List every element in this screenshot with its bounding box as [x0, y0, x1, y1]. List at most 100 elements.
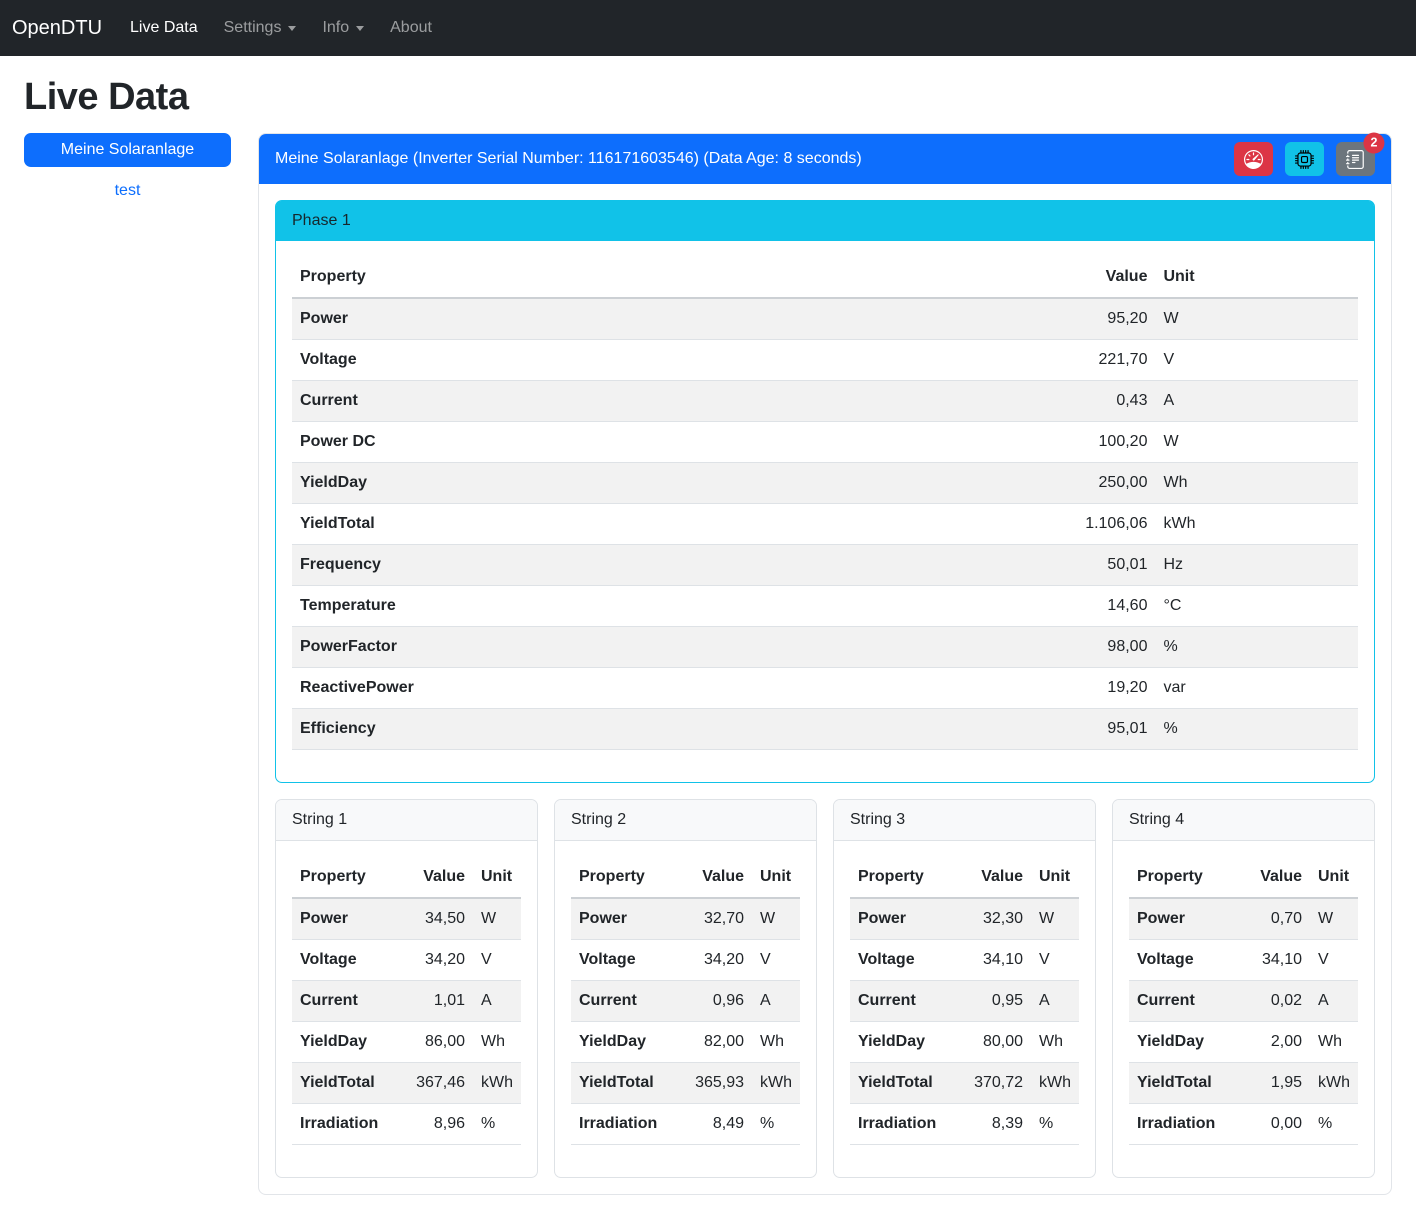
table-row: Voltage34,20V: [571, 940, 800, 981]
property-cell: Voltage: [850, 940, 962, 981]
column-header-value: Value: [404, 857, 473, 898]
table-row: Current1,01A: [292, 981, 521, 1022]
value-cell: 100,20: [996, 422, 1156, 463]
unit-cell: kWh: [752, 1063, 800, 1104]
property-cell: Current: [292, 381, 996, 422]
cpu-icon: [1295, 150, 1314, 169]
value-cell: 32,30: [962, 898, 1031, 940]
column-header-unit: Unit: [1031, 857, 1079, 898]
page-title: Live Data: [24, 76, 1392, 119]
value-cell: 0,43: [996, 381, 1156, 422]
inverter-info-button[interactable]: [1285, 142, 1324, 176]
table-row: Voltage34,10V: [1129, 940, 1358, 981]
unit-cell: A: [752, 981, 800, 1022]
value-cell: 34,50: [404, 898, 473, 940]
table-row: Power0,70W: [1129, 898, 1358, 940]
nav-about[interactable]: About: [382, 11, 440, 45]
nav-info[interactable]: Info: [314, 11, 372, 45]
column-header-unit: Unit: [1310, 857, 1358, 898]
table-row: Voltage34,20V: [292, 940, 521, 981]
property-cell: Irradiation: [292, 1104, 404, 1145]
value-cell: 0,96: [683, 981, 752, 1022]
inverter-card: Meine Solaranlage (Inverter Serial Numbe…: [258, 133, 1392, 1195]
unit-cell: W: [1031, 898, 1079, 940]
unit-cell: kWh: [473, 1063, 521, 1104]
column-header-property: Property: [292, 857, 404, 898]
brand-opendtu[interactable]: OpenDTU: [12, 13, 102, 44]
event-count-badge: 2: [1363, 133, 1384, 154]
unit-cell: Wh: [1310, 1022, 1358, 1063]
inverter-sidebar: Meine Solaranlage test: [24, 133, 231, 200]
unit-cell: A: [1155, 381, 1358, 422]
column-header-property: Property: [850, 857, 962, 898]
inverter-card-header: Meine Solaranlage (Inverter Serial Numbe…: [259, 134, 1391, 184]
value-cell: 19,20: [996, 668, 1156, 709]
page-content: Live Data Meine Solaranlage test Meine S…: [0, 76, 1416, 1205]
column-header-value: Value: [1241, 857, 1310, 898]
unit-cell: V: [752, 940, 800, 981]
unit-cell: Hz: [1155, 545, 1358, 586]
column-header-value: Value: [962, 857, 1031, 898]
table-row: YieldDay82,00Wh: [571, 1022, 800, 1063]
top-navbar: OpenDTU Live Data Settings Info About: [0, 0, 1416, 56]
property-cell: YieldTotal: [1129, 1063, 1241, 1104]
property-cell: Temperature: [292, 586, 996, 627]
main-area: Meine Solaranlage (Inverter Serial Numbe…: [258, 133, 1392, 1195]
value-cell: 1.106,06: [996, 504, 1156, 545]
column-header-property: Property: [1129, 857, 1241, 898]
table-row: Power95,20W: [292, 298, 1358, 340]
value-cell: 0,02: [1241, 981, 1310, 1022]
table-row: YieldTotal370,72kWh: [850, 1063, 1079, 1104]
unit-cell: kWh: [1155, 504, 1358, 545]
table-row: Power DC100,20W: [292, 422, 1358, 463]
unit-cell: °C: [1155, 586, 1358, 627]
value-cell: 14,60: [996, 586, 1156, 627]
value-cell: 367,46: [404, 1063, 473, 1104]
string-card-title: String 1: [276, 800, 537, 841]
property-cell: Power: [850, 898, 962, 940]
inverter-select-meine-solaranlage[interactable]: Meine Solaranlage: [24, 133, 231, 167]
table-row: Power32,70W: [571, 898, 800, 940]
unit-cell: W: [473, 898, 521, 940]
table-row: Irradiation8,49%: [571, 1104, 800, 1145]
value-cell: 0,70: [1241, 898, 1310, 940]
property-cell: YieldTotal: [292, 504, 996, 545]
table-row: Temperature14,60°C: [292, 586, 1358, 627]
table-row: YieldTotal1,95kWh: [1129, 1063, 1358, 1104]
column-header-property: Property: [571, 857, 683, 898]
string-card-2: String 2 Property Value Unit: [554, 799, 817, 1178]
unit-cell: W: [1310, 898, 1358, 940]
unit-cell: V: [1155, 340, 1358, 381]
string-card-1: String 1 Property Value Unit: [275, 799, 538, 1178]
table-row: Efficiency95,01%: [292, 709, 1358, 750]
property-cell: Power: [292, 898, 404, 940]
property-cell: Power: [292, 298, 996, 340]
unit-cell: A: [473, 981, 521, 1022]
table-row: YieldTotal367,46kWh: [292, 1063, 521, 1104]
unit-cell: Wh: [1031, 1022, 1079, 1063]
unit-cell: W: [1155, 422, 1358, 463]
limit-settings-button[interactable]: [1234, 142, 1273, 176]
inverter-select-test[interactable]: test: [24, 182, 231, 200]
value-cell: 370,72: [962, 1063, 1031, 1104]
nav-settings[interactable]: Settings: [216, 11, 305, 45]
table-row: Current0,96A: [571, 981, 800, 1022]
table-row: YieldDay80,00Wh: [850, 1022, 1079, 1063]
string-card-4: String 4 Property Value Unit: [1112, 799, 1375, 1178]
value-cell: 86,00: [404, 1022, 473, 1063]
table-row: YieldTotal1.106,06kWh: [292, 504, 1358, 545]
table-row: Voltage34,10V: [850, 940, 1079, 981]
nav-live-data[interactable]: Live Data: [122, 11, 206, 45]
property-cell: YieldDay: [571, 1022, 683, 1063]
property-cell: ReactivePower: [292, 668, 996, 709]
property-cell: Irradiation: [1129, 1104, 1241, 1145]
unit-cell: %: [1155, 627, 1358, 668]
value-cell: 0,95: [962, 981, 1031, 1022]
unit-cell: V: [1031, 940, 1079, 981]
table-row: Voltage221,70V: [292, 340, 1358, 381]
event-log-button[interactable]: 2: [1336, 142, 1375, 176]
table-row: Irradiation0,00%: [1129, 1104, 1358, 1145]
value-cell: 221,70: [996, 340, 1156, 381]
string-2-table: Property Value Unit Power32,70WVoltage34…: [571, 857, 800, 1145]
property-cell: Power DC: [292, 422, 996, 463]
